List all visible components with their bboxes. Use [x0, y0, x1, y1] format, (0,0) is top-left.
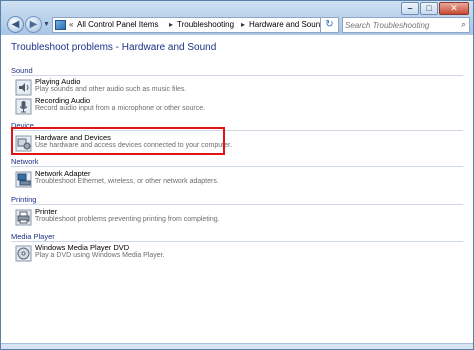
item-description: Troubleshoot problems preventing printin… — [35, 216, 220, 223]
item-title[interactable]: Recording Audio — [35, 96, 90, 105]
item-description: Play sounds and other audio such as musi… — [35, 86, 187, 93]
forward-button[interactable]: ▶ — [25, 16, 42, 33]
group-header-sound: Sound — [11, 66, 33, 75]
troubleshooter-printer[interactable]: Printer Troubleshoot problems preventing… — [13, 207, 313, 227]
control-panel-icon — [55, 20, 66, 30]
item-title[interactable]: Printer — [35, 207, 57, 216]
close-icon: ✕ — [450, 3, 458, 13]
page-title: Troubleshoot problems - Hardware and Sou… — [11, 42, 217, 53]
troubleshooter-network-adapter[interactable]: Network Adapter Troubleshoot Ethernet, w… — [13, 169, 313, 189]
recent-pages-dropdown-icon[interactable]: ▼ — [43, 21, 50, 28]
breadcrumb-troubleshooting[interactable]: Troubleshooting — [177, 18, 234, 32]
breadcrumb-separator[interactable]: ▸ — [169, 18, 173, 32]
maximize-icon: □ — [426, 3, 432, 13]
speaker-icon — [15, 79, 32, 96]
group-header-media-player: Media Player — [11, 232, 55, 241]
refresh-button[interactable]: ↻ — [320, 17, 339, 33]
group-divider — [11, 166, 463, 167]
group-divider — [11, 241, 463, 242]
troubleshooter-playing-audio[interactable]: Playing Audio Play sounds and other audi… — [13, 77, 313, 97]
group-header-network: Network — [11, 157, 39, 166]
group-divider — [11, 75, 463, 76]
caption-buttons: – □ ✕ — [400, 2, 469, 15]
breadcrumb-all-control-panel-items[interactable]: All Control Panel Items — [77, 18, 158, 32]
troubleshooter-windows-media-player-dvd[interactable]: Windows Media Player DVD Play a DVD usin… — [13, 243, 313, 263]
search-icon[interactable]: ⌕ — [461, 19, 466, 30]
item-description: Play a DVD using Windows Media Player. — [35, 252, 165, 259]
item-description: Troubleshoot Ethernet, wireless, or othe… — [35, 178, 219, 185]
troubleshooting-window: – □ ✕ ◀ ▶ ▼ « All Control Panel Items ▸ … — [0, 0, 474, 350]
item-title[interactable]: Windows Media Player DVD — [35, 243, 129, 252]
close-button[interactable]: ✕ — [439, 2, 469, 15]
selection-highlight-box — [11, 127, 225, 155]
item-description: Record audio input from a microphone or … — [35, 105, 206, 112]
search-input[interactable] — [345, 19, 453, 31]
breadcrumb-hardware-and-sound[interactable]: Hardware and Sound — [249, 18, 325, 32]
back-button[interactable]: ◀ — [7, 16, 24, 33]
maximize-button[interactable]: □ — [420, 2, 438, 15]
group-header-printing: Printing — [11, 195, 37, 204]
navigation-row: ◀ ▶ ▼ « All Control Panel Items ▸ Troubl… — [4, 16, 470, 34]
refresh-icon: ↻ — [325, 19, 334, 30]
address-bar[interactable]: « All Control Panel Items ▸ Troubleshoot… — [52, 17, 337, 33]
dvd-icon — [15, 245, 32, 262]
title-bar: – □ ✕ ◀ ▶ ▼ « All Control Panel Items ▸ … — [1, 1, 473, 35]
breadcrumb-separator[interactable]: ▸ — [241, 18, 245, 32]
address-root-chevron[interactable]: « — [69, 18, 73, 32]
forward-arrow-icon: ▶ — [29, 19, 38, 30]
back-arrow-icon: ◀ — [11, 19, 20, 30]
network-adapter-icon — [15, 171, 32, 188]
main-content: Troubleshoot problems - Hardware and Sou… — [1, 35, 473, 349]
item-title[interactable]: Playing Audio — [35, 77, 80, 86]
minimize-icon: – — [407, 3, 413, 13]
minimize-button[interactable]: – — [401, 2, 419, 15]
item-title[interactable]: Network Adapter — [35, 169, 90, 178]
search-box[interactable]: ⌕ — [342, 17, 470, 33]
group-divider — [11, 204, 463, 205]
troubleshooter-recording-audio[interactable]: Recording Audio Record audio input from … — [13, 96, 313, 116]
printer-icon — [15, 209, 32, 226]
microphone-icon — [15, 98, 32, 115]
status-bar — [1, 343, 473, 349]
